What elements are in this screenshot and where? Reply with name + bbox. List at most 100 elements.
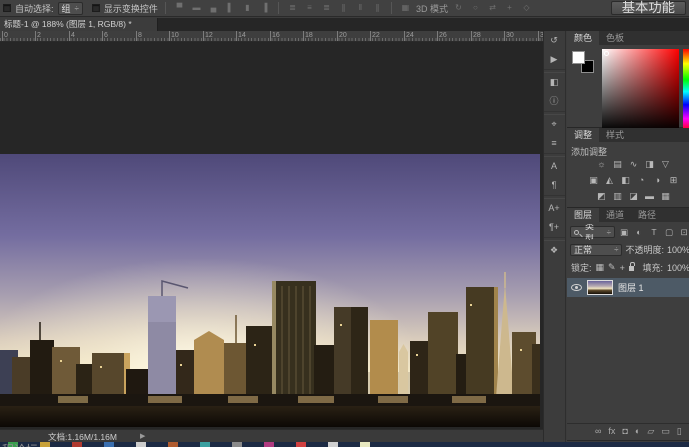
taskbar-icon <box>168 442 178 447</box>
auto-align-layers-icon[interactable]: ▦ <box>399 2 412 14</box>
os-taskbar-strip <box>0 442 689 447</box>
distribute-top-icon[interactable]: ≣ <box>286 2 299 14</box>
opacity-value[interactable]: 100% <box>667 245 689 255</box>
layer-visibility-eye-icon[interactable] <box>571 284 582 291</box>
lock-image-pixels-icon[interactable]: ✎ <box>608 262 616 273</box>
layer-row-selected[interactable]: 图层 1 <box>567 278 689 297</box>
paragraph-styles-panel-icon[interactable]: ¶+ <box>544 218 564 237</box>
color-picker-field[interactable] <box>602 49 679 131</box>
layer-filter-dropdown[interactable]: 类型 ÷ <box>570 226 615 238</box>
align-hcenter-icon[interactable]: ▮ <box>241 2 254 14</box>
link-layers-icon[interactable]: ∞ <box>595 426 601 436</box>
character-panel-icon[interactable]: A <box>544 157 564 176</box>
lock-transparent-pixels-icon[interactable]: ▦ <box>596 262 605 273</box>
taskbar-icon <box>72 442 82 447</box>
layer-mask-icon[interactable]: ◘ <box>622 426 627 436</box>
actions-panel-icon[interactable]: ▶ <box>544 50 564 69</box>
new-group-icon[interactable]: ▱ <box>647 426 654 437</box>
clone-source-panel-icon[interactable]: ⌖ <box>544 115 564 134</box>
color-swatches <box>572 51 598 77</box>
delete-layer-icon[interactable]: ▯ <box>677 426 682 437</box>
brightness-contrast-icon[interactable]: ☼ <box>595 158 608 170</box>
color-balance-icon[interactable]: ◭ <box>603 174 616 186</box>
filter-smart-objects-icon[interactable]: ⊡ <box>678 226 689 238</box>
3d-panel-icon[interactable]: ❖ <box>544 241 564 260</box>
channel-mixer-icon[interactable]: ◑ <box>651 174 664 186</box>
3d-mode-label: 3D 模式 <box>416 2 448 15</box>
distribute-bottom-icon[interactable]: ≣ <box>320 2 333 14</box>
filter-adjustment-layers-icon[interactable]: ◐ <box>633 226 645 238</box>
filter-type-layers-icon[interactable]: T <box>648 226 660 238</box>
align-right-icon[interactable]: ▐ <box>258 2 271 14</box>
measurement-log-panel-icon[interactable]: ≡ <box>544 134 564 153</box>
selective-color-icon[interactable]: ▦ <box>659 190 672 202</box>
taskbar-icon <box>264 442 274 447</box>
new-layer-icon[interactable]: ▭ <box>661 426 670 437</box>
fill-value[interactable]: 100% <box>667 263 689 273</box>
exposure-icon[interactable]: ◨ <box>643 158 656 170</box>
3d-slide-icon[interactable]: + <box>503 2 516 14</box>
search-icon <box>574 230 579 235</box>
auto-select-checkbox[interactable] <box>3 4 11 12</box>
character-styles-panel-icon[interactable]: A+ <box>544 199 564 218</box>
document-canvas-image[interactable] <box>0 154 540 427</box>
align-vcenter-icon[interactable]: ▬ <box>190 2 203 14</box>
hue-saturation-icon[interactable]: ▣ <box>587 174 600 186</box>
watermark: 程论坛 X8.COM <box>2 443 48 447</box>
color-lookup-icon[interactable]: ⊞ <box>667 174 680 186</box>
tab-adjustments[interactable]: 调整 <box>567 128 599 142</box>
tab-paths[interactable]: 路径 <box>631 208 663 222</box>
levels-icon[interactable]: ▤ <box>611 158 624 170</box>
layer-effects-icon[interactable]: fx <box>608 426 615 436</box>
new-adjustment-layer-icon[interactable]: ◐ <box>635 426 640 436</box>
info-panel-icon[interactable]: ⓘ <box>544 92 564 111</box>
black-white-icon[interactable]: ◧ <box>619 174 632 186</box>
paragraph-panel-icon[interactable]: ¶ <box>544 176 564 195</box>
layers-panel: 图层 通道 路径 类型 ÷ ▣ ◐ T ▢ ⊡ 正常 ÷ <box>567 208 689 441</box>
layers-panel-tabs: 图层 通道 路径 <box>567 208 689 222</box>
tab-layers[interactable]: 图层 <box>567 208 599 222</box>
tab-swatches[interactable]: 色板 <box>599 31 631 45</box>
filter-pixel-layers-icon[interactable]: ▣ <box>618 226 630 238</box>
tab-channels[interactable]: 通道 <box>599 208 631 222</box>
auto-select-dropdown[interactable]: 组 ÷ <box>58 2 83 15</box>
taskbar-icon <box>360 442 370 447</box>
3d-rotate-icon[interactable]: ↻ <box>452 2 465 14</box>
properties-panel-icon[interactable]: ◧ <box>544 73 564 92</box>
3d-drag-icon[interactable]: ⇄ <box>486 2 499 14</box>
curves-icon[interactable]: ∿ <box>627 158 640 170</box>
align-left-icon[interactable]: ▌ <box>224 2 237 14</box>
tab-color[interactable]: 颜色 <box>567 31 599 45</box>
gradient-map-icon[interactable]: ▬ <box>643 190 656 202</box>
3d-roll-icon[interactable]: ○ <box>469 2 482 14</box>
threshold-icon[interactable]: ◪ <box>627 190 640 202</box>
filter-shape-layers-icon[interactable]: ▢ <box>663 226 675 238</box>
invert-icon[interactable]: ◩ <box>595 190 608 202</box>
foreground-color-swatch[interactable] <box>572 51 585 64</box>
layer-name: 图层 1 <box>618 281 644 294</box>
right-panel-region: ↺ ▶ ◧ ⓘ ⌖ ≡ A ¶ A+ ¶+ ❖ 颜色 色板 <box>543 31 689 442</box>
align-top-icon[interactable]: ▀ <box>173 2 186 14</box>
vibrance-icon[interactable]: ▽ <box>659 158 672 170</box>
distribute-hcenter-icon[interactable]: ‖ <box>354 2 367 14</box>
3d-scale-icon[interactable]: ◇ <box>520 2 533 14</box>
canvas-pasteboard[interactable]: 程论坛 X8.COM <box>0 42 543 429</box>
hue-slider[interactable] <box>683 49 689 131</box>
align-bottom-icon[interactable]: ▄ <box>207 2 220 14</box>
document-tab[interactable]: 标题-1 @ 188% (图层 1, RGB/8) * <box>0 18 158 31</box>
blend-mode-dropdown[interactable]: 正常 ÷ <box>570 244 622 256</box>
tab-styles[interactable]: 样式 <box>599 128 631 142</box>
distribute-right-icon[interactable]: ∥ <box>371 2 384 14</box>
distribute-vcenter-icon[interactable]: ≡ <box>303 2 316 14</box>
color-picker-marker[interactable] <box>604 51 609 56</box>
lock-all-icon[interactable] <box>629 266 635 271</box>
posterize-icon[interactable]: ▥ <box>611 190 624 202</box>
lock-position-icon[interactable]: + <box>620 263 625 273</box>
layer-thumbnail[interactable] <box>587 280 613 295</box>
horizontal-ruler[interactable]: 0 2 4 6 8 10 12 14 16 18 20 22 24 26 28 … <box>0 31 543 42</box>
show-transform-checkbox[interactable] <box>92 4 100 12</box>
photo-filter-icon[interactable]: ◔ <box>635 174 648 186</box>
distribute-left-icon[interactable]: ∥ <box>337 2 350 14</box>
workspace-switcher-button[interactable]: 基本功能 <box>611 1 686 15</box>
history-panel-icon[interactable]: ↺ <box>544 31 564 50</box>
